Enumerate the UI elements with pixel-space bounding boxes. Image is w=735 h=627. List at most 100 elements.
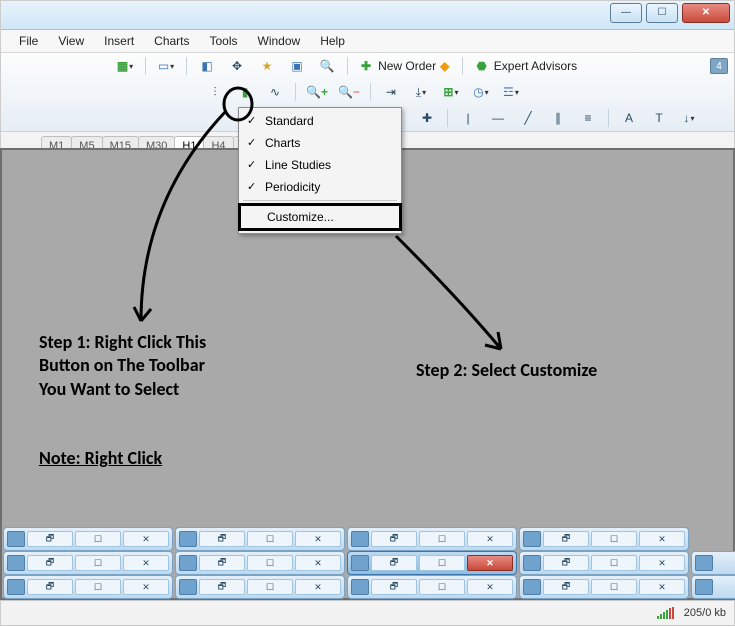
ctx-label: Customize... xyxy=(267,210,334,224)
bar-chart-button[interactable]: ⫶ xyxy=(201,81,229,103)
maximize-icon: ☐ xyxy=(247,555,293,571)
restore-icon: 🗗 xyxy=(199,555,245,571)
toolbar-separator xyxy=(608,109,609,127)
close-icon: ✕ xyxy=(123,579,169,595)
maximize-icon: ☐ xyxy=(419,531,465,547)
chart-shift-button[interactable]: ⤓▾ xyxy=(407,81,435,103)
window-maximize-button[interactable]: ☐ xyxy=(646,3,678,23)
ctx-item-customize[interactable]: Customize... xyxy=(241,206,399,228)
restore-icon: 🗗 xyxy=(199,531,245,547)
trendline-button[interactable]: ╱ xyxy=(514,107,542,129)
chart-icon xyxy=(7,579,25,595)
channel-button[interactable]: ∥ xyxy=(544,107,572,129)
maximize-icon: ☐ xyxy=(591,531,637,547)
data-window-button[interactable]: ★ xyxy=(253,55,281,77)
indicators-button[interactable]: ⊞▾ xyxy=(437,81,465,103)
close-icon: ✕ xyxy=(639,579,685,595)
profiles-button[interactable]: ▭▾ xyxy=(152,55,180,77)
annotation-line: Button on The Toolbar xyxy=(39,354,206,377)
restore-icon: 🗗 xyxy=(27,555,73,571)
ctx-label: Line Studies xyxy=(265,158,331,172)
ctx-item-charts[interactable]: ✓ Charts xyxy=(239,132,401,154)
maximize-icon: ☐ xyxy=(247,531,293,547)
crosshair-button[interactable]: ✚ xyxy=(413,107,441,129)
close-icon: ✕ xyxy=(467,531,513,547)
menu-window[interactable]: Window xyxy=(248,32,311,50)
new-order-label: New Order xyxy=(378,59,436,73)
objects-menu-button[interactable]: ↓▾ xyxy=(675,107,703,129)
check-icon: ✓ xyxy=(247,114,256,127)
window-tab[interactable] xyxy=(691,575,735,599)
zoom-out-button[interactable]: 🔍− xyxy=(334,81,364,103)
new-chart-button[interactable]: ▦▾ xyxy=(111,55,139,77)
alert-icon: ◆ xyxy=(440,60,449,72)
candlesticks-button[interactable]: ▮ xyxy=(231,81,259,103)
periodicity-button[interactable]: ◷▾ xyxy=(467,81,495,103)
window-tab[interactable]: 🗗☐✕ xyxy=(347,575,517,599)
chart-icon xyxy=(351,531,369,547)
annotation-step2: Step 2: Select Customize xyxy=(416,359,597,382)
window-tab[interactable]: 🗗☐✕ xyxy=(519,575,689,599)
alerts-counter[interactable]: 4 xyxy=(710,58,728,74)
maximize-icon: ☐ xyxy=(591,579,637,595)
close-icon: ✕ xyxy=(639,531,685,547)
text-label-button[interactable]: T xyxy=(645,107,673,129)
fibonacci-button[interactable]: ≡ xyxy=(574,107,602,129)
connection-signal-icon xyxy=(657,607,674,619)
horizontal-line-button[interactable]: — xyxy=(484,107,512,129)
menu-view[interactable]: View xyxy=(48,32,94,50)
toolbar-charts: ⫶ ▮ ∿ 🔍+ 🔍− ⇥ ⤓▾ ⊞▾ ◷▾ ☲▾ xyxy=(1,79,734,105)
market-watch-button[interactable]: ◧ xyxy=(193,55,221,77)
text-tool-button[interactable]: A xyxy=(615,107,643,129)
chart-icon xyxy=(351,555,369,571)
restore-icon: 🗗 xyxy=(543,555,589,571)
window-tab[interactable] xyxy=(691,551,735,575)
ctx-item-periodicity[interactable]: ✓Periodicity xyxy=(239,176,401,198)
menu-charts[interactable]: Charts xyxy=(144,32,199,50)
strategy-tester-button[interactable]: 🔍 xyxy=(313,55,341,77)
window-tab[interactable]: 🗗☐✕ xyxy=(519,551,689,575)
window-tab-active[interactable]: 🗗☐✕ xyxy=(347,551,517,575)
zoom-out-icon: 🔍 xyxy=(338,86,353,98)
zoom-in-button[interactable]: 🔍+ xyxy=(302,81,332,103)
window-minimize-button[interactable]: — xyxy=(610,3,642,23)
window-tab[interactable]: 🗗 ☐ ✕ xyxy=(519,527,689,551)
ctx-label: Charts xyxy=(265,136,300,150)
close-icon: ✕ xyxy=(123,531,169,547)
window-tab[interactable]: 🗗☐✕ xyxy=(175,575,345,599)
templates-button[interactable]: ☲▾ xyxy=(497,81,525,103)
check-icon: ✓ xyxy=(247,136,256,149)
window-close-button[interactable]: ✕ xyxy=(682,3,730,23)
restore-icon: 🗗 xyxy=(371,531,417,547)
menu-tools[interactable]: Tools xyxy=(200,32,248,50)
expert-icon: ⬣ xyxy=(476,60,486,72)
close-icon: ✕ xyxy=(295,555,341,571)
window-tab[interactable]: 🗗 ☐ ✕ xyxy=(175,527,345,551)
window-tab[interactable]: 🗗☐✕ xyxy=(3,575,173,599)
menu-file[interactable]: File xyxy=(9,32,48,50)
restore-icon: 🗗 xyxy=(199,579,245,595)
expert-advisors-button[interactable]: ⬣ Expert Advisors xyxy=(469,55,584,77)
window-tab[interactable]: 🗗☐✕ xyxy=(175,551,345,575)
menu-insert[interactable]: Insert xyxy=(94,32,144,50)
chart-icon xyxy=(695,579,713,595)
auto-scroll-button[interactable]: ⇥ xyxy=(377,81,405,103)
navigator-button[interactable]: ✥ xyxy=(223,55,251,77)
menu-help[interactable]: Help xyxy=(310,32,355,50)
maximize-icon: ☐ xyxy=(75,579,121,595)
terminal-button[interactable]: ▣ xyxy=(283,55,311,77)
toolbar-separator xyxy=(145,57,146,75)
menu-bar: File View Insert Charts Tools Window Hel… xyxy=(1,30,734,53)
window-tab[interactable]: 🗗 ☐ ✕ xyxy=(347,527,517,551)
new-order-button[interactable]: ✚ New Order ◆ xyxy=(354,55,456,77)
maximize-icon: ☐ xyxy=(75,555,121,571)
ctx-item-line-studies[interactable]: ✓Line Studies xyxy=(239,154,401,176)
ctx-label: Periodicity xyxy=(265,180,320,194)
ctx-label: Standard xyxy=(265,114,314,128)
vertical-line-button[interactable]: | xyxy=(454,107,482,129)
window-tab[interactable]: 🗗☐✕ xyxy=(3,551,173,575)
line-chart-button[interactable]: ∿ xyxy=(261,81,289,103)
annotation-note: Note: Right Click xyxy=(39,447,162,470)
ctx-item-standard[interactable]: ✓ Standard xyxy=(239,110,401,132)
window-tab[interactable]: 🗗 ☐ ✕ xyxy=(3,527,173,551)
